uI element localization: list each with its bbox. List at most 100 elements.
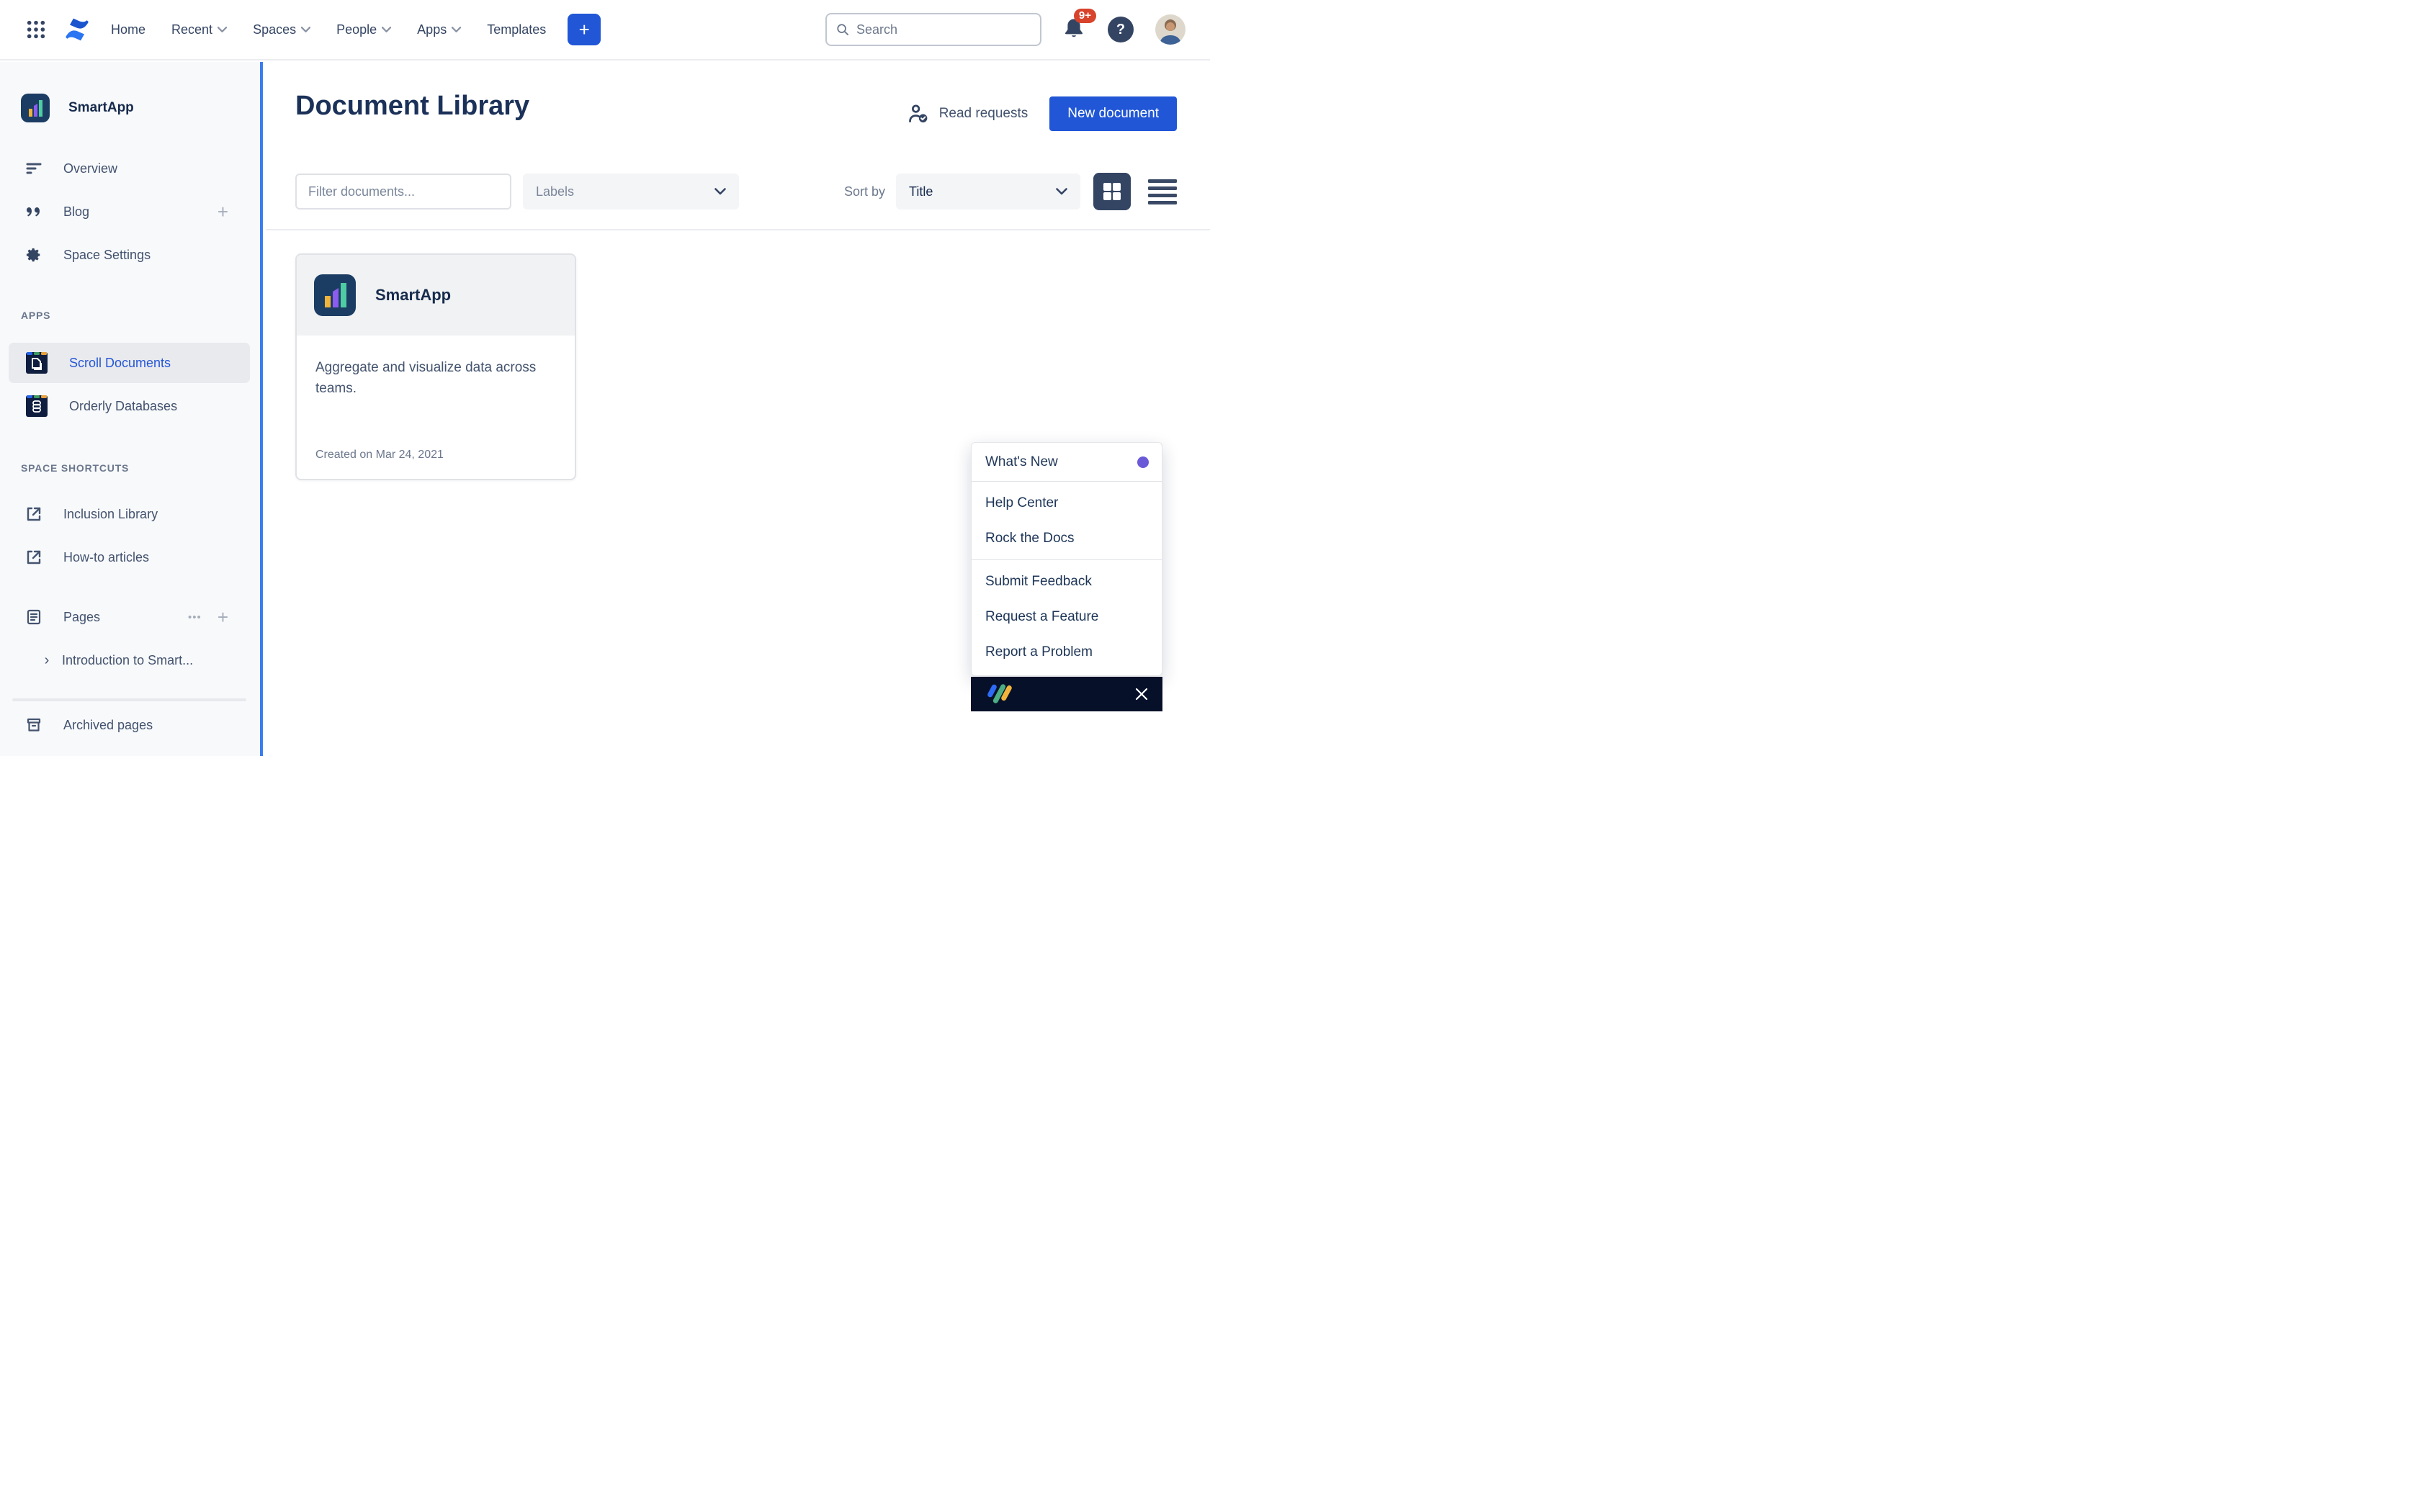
- confluence-logo-icon[interactable]: [63, 16, 91, 43]
- nav-item-recent[interactable]: Recent: [171, 22, 227, 37]
- sort-dropdown-value: Title: [909, 184, 933, 199]
- sidebar-item-label: Overview: [63, 161, 117, 176]
- sort-dropdown[interactable]: Title: [896, 174, 1080, 210]
- list-view-button[interactable]: [1148, 177, 1177, 206]
- document-title: SmartApp: [375, 286, 451, 305]
- read-requests-label: Read requests: [939, 106, 1028, 122]
- sidebar-item-label: Inclusion Library: [63, 507, 158, 522]
- orderly-databases-app-icon: [25, 395, 48, 418]
- notifications-button[interactable]: 9+: [1063, 17, 1086, 42]
- close-icon: [1135, 688, 1148, 701]
- space-header[interactable]: SmartApp: [21, 94, 134, 122]
- add-page-icon[interactable]: +: [218, 608, 229, 626]
- chevron-down-icon: [382, 27, 391, 32]
- page-title: Document Library: [295, 91, 529, 122]
- pages-more-icon[interactable]: •••: [188, 612, 202, 623]
- new-document-button[interactable]: New document: [1049, 96, 1177, 131]
- list-view-icon: [1148, 186, 1177, 190]
- sidebar-item-scroll-documents[interactable]: Scroll Documents: [9, 343, 250, 383]
- filter-toolbar: Labels Sort by Title: [295, 173, 1177, 210]
- list-view-icon: [1148, 179, 1177, 183]
- help-popup-menu: What's New Help Center Rock the Docs Sub…: [971, 442, 1162, 676]
- sidebar-item-label: Space Settings: [63, 248, 151, 263]
- sidebar-item-space-settings[interactable]: Space Settings: [0, 238, 258, 272]
- chevron-down-icon: [714, 188, 726, 195]
- search-input[interactable]: [856, 22, 1031, 37]
- document-created-date: Created on Mar 24, 2021: [315, 449, 444, 462]
- labels-dropdown-value: Labels: [536, 184, 574, 199]
- sidebar-item-label: Scroll Documents: [69, 356, 171, 371]
- app-switcher-icon[interactable]: [26, 19, 48, 40]
- menu-item-report-problem[interactable]: Report a Problem: [972, 634, 1162, 670]
- gear-icon: [25, 246, 42, 264]
- labels-dropdown[interactable]: Labels: [523, 174, 739, 210]
- sidebar-item-pages[interactable]: Pages ••• +: [0, 600, 258, 634]
- overview-icon: [25, 160, 42, 177]
- k15t-logo-icon: [984, 682, 1017, 706]
- filter-documents-input[interactable]: [295, 174, 511, 210]
- person-check-icon: [908, 104, 930, 124]
- sidebar-item-label: Introduction to Smart...: [62, 653, 193, 668]
- apps-section-header: APPS: [21, 310, 50, 321]
- sidebar-divider: [12, 698, 246, 701]
- sidebar-item-label: Pages: [63, 610, 100, 625]
- sidebar-item-overview[interactable]: Overview: [0, 151, 258, 186]
- menu-item-rock-the-docs[interactable]: Rock the Docs: [972, 521, 1162, 556]
- chevron-down-icon: [301, 27, 310, 32]
- nav-item-apps[interactable]: Apps: [417, 22, 461, 37]
- menu-item-label: Help Center: [985, 495, 1058, 511]
- menu-item-label: Submit Feedback: [985, 574, 1092, 590]
- create-button[interactable]: +: [568, 14, 601, 45]
- sidebar-item-label: How-to articles: [63, 550, 149, 565]
- nav-item-home[interactable]: Home: [111, 22, 145, 37]
- user-avatar[interactable]: [1155, 14, 1186, 45]
- content-divider: [266, 229, 1210, 230]
- shortcuts-section-header: SPACE SHORTCUTS: [21, 462, 129, 474]
- sidebar-item-howto-articles[interactable]: How-to articles: [0, 540, 258, 575]
- vendor-banner: [971, 677, 1162, 711]
- menu-item-help-center[interactable]: Help Center: [972, 485, 1162, 521]
- document-card-smartapp[interactable]: SmartApp Aggregate and visualize data ac…: [295, 253, 576, 480]
- nav-item-templates[interactable]: Templates: [487, 22, 546, 37]
- nav-item-label: Apps: [417, 22, 447, 37]
- space-avatar-icon: [21, 94, 50, 122]
- list-view-icon: [1148, 194, 1177, 197]
- sidebar-item-blog[interactable]: Blog +: [0, 194, 258, 229]
- external-link-icon: [25, 549, 42, 566]
- sidebar-item-orderly-databases[interactable]: Orderly Databases: [0, 389, 258, 423]
- sidebar-item-archived-pages[interactable]: Archived pages: [0, 708, 258, 742]
- sidebar-item-inclusion-library[interactable]: Inclusion Library: [0, 497, 258, 531]
- nav-item-label: Templates: [487, 22, 546, 37]
- sidebar-item-label: Orderly Databases: [69, 399, 177, 414]
- avatar-photo: [1155, 14, 1186, 45]
- space-sidebar: SmartApp Overview Blog + Space Settings …: [0, 62, 263, 756]
- sort-by-label: Sort by: [844, 184, 885, 199]
- sidebar-item-intro-page[interactable]: › Introduction to Smart...: [0, 643, 258, 678]
- read-requests-button[interactable]: Read requests: [908, 104, 1028, 124]
- nav-right-group: 9+ ?: [825, 13, 1186, 46]
- space-name: SmartApp: [68, 100, 134, 116]
- add-blog-icon[interactable]: +: [218, 202, 229, 221]
- global-search[interactable]: [825, 13, 1041, 46]
- grid-view-button[interactable]: [1093, 173, 1131, 210]
- chevron-down-icon: [452, 27, 461, 32]
- chevron-right-icon[interactable]: ›: [42, 652, 52, 669]
- menu-item-request-feature[interactable]: Request a Feature: [972, 599, 1162, 634]
- menu-item-whats-new[interactable]: What's New: [972, 443, 1162, 481]
- menu-item-submit-feedback[interactable]: Submit Feedback: [972, 564, 1162, 599]
- menu-item-label: Report a Problem: [985, 644, 1093, 660]
- document-icon: [314, 274, 356, 316]
- chevron-down-icon: [218, 27, 227, 32]
- search-icon: [836, 22, 849, 37]
- list-view-icon: [1148, 201, 1177, 204]
- help-button[interactable]: ?: [1108, 17, 1134, 42]
- sidebar-item-label: Archived pages: [63, 718, 153, 733]
- nav-item-spaces[interactable]: Spaces: [253, 22, 310, 37]
- nav-item-label: Recent: [171, 22, 212, 37]
- menu-item-label: Rock the Docs: [985, 531, 1075, 546]
- banner-close-button[interactable]: [1134, 686, 1150, 702]
- nav-item-people[interactable]: People: [336, 22, 391, 37]
- new-indicator-dot: [1137, 456, 1149, 468]
- archive-icon: [25, 716, 42, 734]
- menu-item-label: What's New: [985, 454, 1058, 470]
